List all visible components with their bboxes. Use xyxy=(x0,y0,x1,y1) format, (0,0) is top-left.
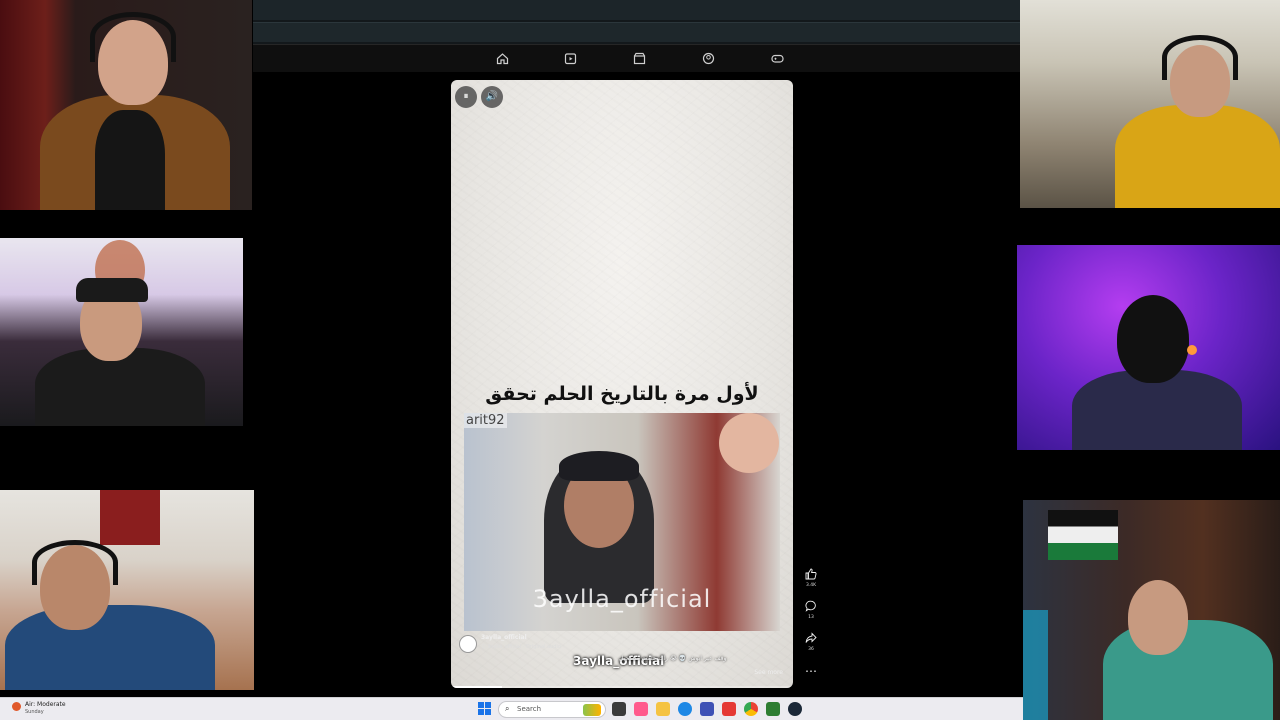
youtube-nav-bar xyxy=(253,44,1020,72)
clip-watermark: 3aylla_official xyxy=(532,585,712,613)
video-overlay-text: لأول مرة بالتاريخ الحلم تحقق xyxy=(485,383,759,405)
shorts-icon[interactable] xyxy=(564,52,577,65)
store-icon[interactable] xyxy=(633,52,646,65)
comment-icon xyxy=(802,600,820,615)
copilot-icon[interactable] xyxy=(634,702,648,716)
video-description: وقف عير ابوش 💀 😭 راك حلمت مستحيل xyxy=(619,655,727,662)
person-body xyxy=(1103,620,1273,720)
short-video-player[interactable]: ⏸ 🔊 لأول مرة بالتاريخ الحلم تحقق arit92 … xyxy=(451,80,793,688)
clip-username-tag: arit92 xyxy=(464,413,507,428)
windows-logo-icon xyxy=(478,709,484,715)
search-highlight-icon xyxy=(583,704,601,716)
person-head xyxy=(1128,580,1188,655)
person-masked-head xyxy=(1117,295,1189,383)
task-view-icon[interactable] xyxy=(612,702,626,716)
steam-icon[interactable] xyxy=(788,702,802,716)
weather-subtitle: Sunday xyxy=(25,709,44,715)
chrome-icon[interactable] xyxy=(744,702,758,716)
person-hoodie xyxy=(95,110,165,210)
clip-person-hair xyxy=(559,451,639,481)
clip-hand xyxy=(719,413,779,473)
webcam-streamer-top-right xyxy=(1020,0,1280,208)
weather-title: Air: Moderate xyxy=(25,701,66,708)
weather-widget[interactable]: Air: Moderate Sunday xyxy=(12,701,102,718)
search-placeholder: Search xyxy=(517,705,542,713)
channel-name[interactable]: 3aylla_official xyxy=(481,634,527,641)
browser-tab-strip xyxy=(253,0,1020,20)
taskbar-search-box[interactable]: ⌕ Search xyxy=(498,701,606,718)
search-icon: ⌕ xyxy=(505,704,510,713)
wall-banner xyxy=(100,490,160,545)
embedded-clip: arit92 3aylla_official xyxy=(464,413,780,631)
volume-button[interactable]: 🔊 xyxy=(481,86,503,108)
home-icon[interactable] xyxy=(496,52,509,65)
audio-line[interactable]: ♫ 3aylla_official · Original audio xyxy=(481,644,561,650)
webcam-streamer-bottom-right xyxy=(1023,500,1280,720)
windows-logo-icon xyxy=(485,709,491,715)
webcam-streamer-top-left xyxy=(0,0,252,210)
edge-browser-icon[interactable] xyxy=(678,702,692,716)
headset-icon xyxy=(32,540,118,585)
video-progress-bar[interactable] xyxy=(451,686,793,688)
person-body xyxy=(1115,105,1280,208)
windows-logo-icon xyxy=(478,702,484,708)
start-button[interactable] xyxy=(478,702,492,716)
flag-icon xyxy=(1048,510,1118,560)
account-icon[interactable] xyxy=(702,52,715,65)
headset-icon xyxy=(90,12,176,62)
windows-logo-icon xyxy=(485,702,491,708)
weather-alert-icon xyxy=(12,702,21,711)
store-app-icon[interactable] xyxy=(700,702,714,716)
side-light xyxy=(1023,610,1048,720)
share-button[interactable]: 36 xyxy=(802,632,820,653)
windows-taskbar: Air: Moderate Sunday ⌕ Search xyxy=(0,697,1023,720)
pause-button[interactable]: ⏸ xyxy=(455,86,477,108)
like-count: 3.4K xyxy=(805,583,817,588)
file-explorer-icon[interactable] xyxy=(656,702,670,716)
more-actions-button[interactable]: ⋯ xyxy=(802,664,820,678)
channel-avatar[interactable] xyxy=(459,635,477,653)
headset-light-icon xyxy=(1187,345,1197,355)
like-button[interactable]: 3.4K xyxy=(802,568,820,589)
video-meta: 3aylla_official ♫ 3aylla_official · Orig… xyxy=(459,633,785,685)
browser-chrome xyxy=(253,0,1020,72)
share-count: 36 xyxy=(808,647,814,652)
webcam-streamer-bottom-left xyxy=(0,490,254,690)
video-progress-fill xyxy=(451,686,503,688)
headset-icon xyxy=(1162,35,1238,80)
thumbs-up-icon xyxy=(802,568,820,583)
share-icon xyxy=(802,632,820,647)
comment-count: 13 xyxy=(808,615,814,620)
webcam-streamer-mid-right xyxy=(1017,245,1280,450)
gaming-icon[interactable] xyxy=(771,52,784,65)
person-body xyxy=(5,605,215,690)
browser-address-strip xyxy=(253,22,1020,42)
app-icon-green[interactable] xyxy=(766,702,780,716)
media-app-icon[interactable] xyxy=(722,702,736,716)
webcam-streamer-mid-left xyxy=(0,238,243,426)
more-dots-icon: ⋯ xyxy=(805,664,817,678)
comment-button[interactable]: 13 xyxy=(802,600,820,621)
beanie-icon xyxy=(76,278,148,302)
see-more-link[interactable]: See more xyxy=(754,669,783,676)
